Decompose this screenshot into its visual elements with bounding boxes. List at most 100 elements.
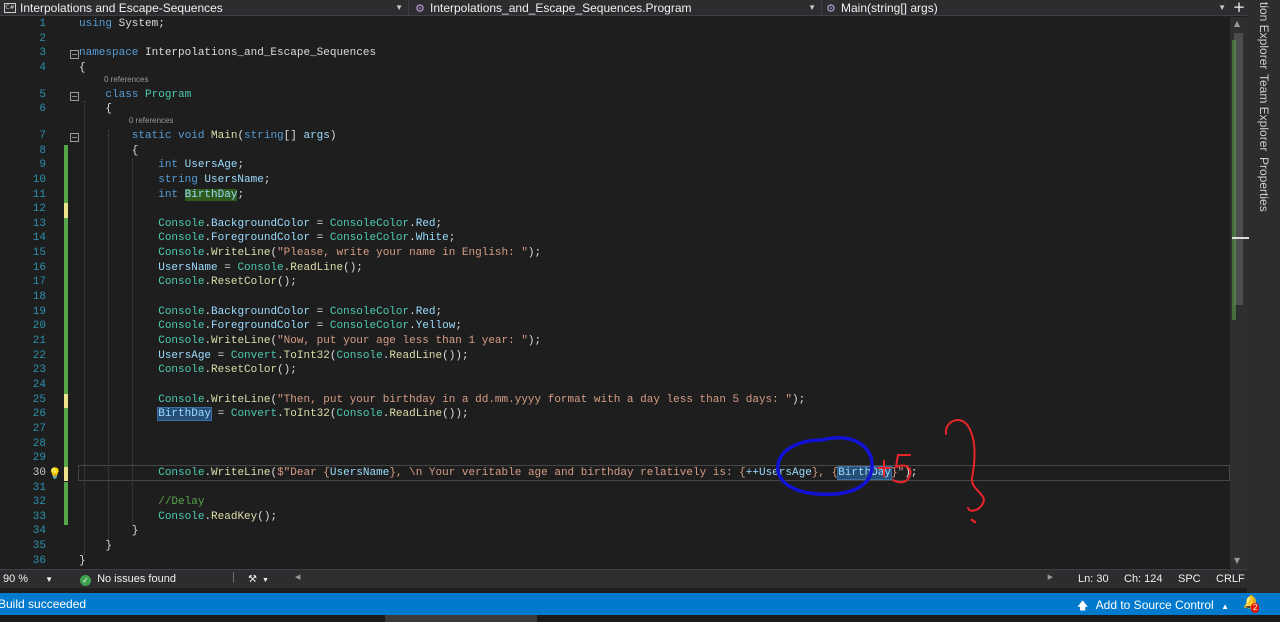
code-line[interactable]: } <box>79 555 86 567</box>
code-line[interactable]: Console.WriteLine("Now, put your age les… <box>79 335 541 347</box>
properties-tab[interactable]: Properties <box>1257 157 1271 212</box>
solution-explorer-tab[interactable]: tion Explorer <box>1257 2 1271 69</box>
code-token: BackgroundColor <box>211 217 311 230</box>
code-token: = <box>310 232 330 245</box>
change-marker-map <box>1232 40 1236 320</box>
line-number: 29 <box>32 452 46 465</box>
codelens-references[interactable]: 0 references <box>104 75 148 84</box>
notifications-button[interactable]: 🔔 2 <box>1243 595 1260 613</box>
code-token: ForegroundColor <box>211 232 311 245</box>
code-token: BackgroundColor <box>211 305 311 318</box>
code-line[interactable]: class Program <box>79 89 191 101</box>
code-line[interactable]: static void Main(string[] args) <box>79 129 337 142</box>
code-editor[interactable]: 1 2 3 4 5 6 7 8 9 10 11 12 13 14 15 16 17 18 19 20 21 22 23 24 2… <box>0 17 1247 569</box>
code-token: ResetColor <box>211 364 278 377</box>
line-number: 25 <box>32 393 46 406</box>
whitespace-indicator[interactable]: SPC <box>1178 573 1201 585</box>
codelens-references[interactable]: 0 references <box>129 116 173 125</box>
team-explorer-tab[interactable]: Team Explorer <box>1257 74 1271 151</box>
code-line[interactable]: int BirthDay; <box>79 188 244 201</box>
issues-indicator[interactable]: ✓ No issues found <box>80 573 176 586</box>
code-line[interactable]: { <box>79 62 86 74</box>
code-token: ; <box>263 173 271 186</box>
project-dropdown[interactable]: C# Interpolations and Escape-Sequences ▼ <box>0 0 407 16</box>
code-line[interactable]: Console.WriteLine("Please, write your na… <box>79 247 541 259</box>
chevron-down-icon: ▼ <box>1218 3 1226 12</box>
code-token: ; <box>448 232 456 245</box>
code-token: ) <box>329 129 337 142</box>
code-token: . <box>277 408 284 421</box>
horizontal-scrollbar[interactable]: ◀ ▶ <box>295 571 1055 586</box>
line-number: 5 <box>39 88 46 101</box>
code-token: ( <box>329 349 337 362</box>
code-line[interactable]: int UsersAge; <box>79 159 244 171</box>
code-token: "Now, put your age less than 1 year: " <box>277 335 528 347</box>
line-number: 23 <box>32 364 46 377</box>
code-line[interactable]: Console.BackgroundColor = ConsoleColor.R… <box>79 218 442 230</box>
line-indicator[interactable]: Ln: 30 <box>1078 573 1109 585</box>
scroll-up-icon[interactable]: ▲ <box>1234 19 1240 28</box>
code-line[interactable]: using System; <box>79 18 165 30</box>
code-token: ); <box>527 247 542 260</box>
cleanup-icon[interactable]: ⚒ ▼ <box>248 573 269 585</box>
code-token: ()); <box>442 408 469 421</box>
code-token: using <box>79 18 119 30</box>
code-line[interactable]: Console.ResetColor(); <box>79 276 297 288</box>
code-token: string <box>79 173 205 186</box>
line-number: 24 <box>32 378 46 391</box>
code-token: [] <box>283 129 304 142</box>
code-line[interactable]: //Delay <box>79 496 204 508</box>
code-line[interactable]: Console.ResetColor(); <box>79 364 297 376</box>
bottom-edge <box>0 615 1280 622</box>
code-token: Convert <box>230 408 278 421</box>
code-token: BirthDay <box>157 407 213 422</box>
code-token: ( <box>329 408 337 421</box>
method-icon: ⚙ <box>826 1 836 15</box>
code-line[interactable]: UsersAge = Convert.ToInt32(Console.ReadL… <box>79 349 468 362</box>
plus-icon[interactable]: + <box>1231 0 1247 16</box>
code-line[interactable]: BirthDay = Convert.ToInt32(Console.ReadL… <box>79 407 469 422</box>
code-token: { <box>79 61 86 74</box>
zoom-dropdown[interactable]: 90 % ▼ <box>3 573 53 585</box>
line-number: 22 <box>32 349 46 362</box>
code-token: ToInt32 <box>283 408 330 421</box>
lightbulb-icon[interactable]: 💡 <box>48 467 62 480</box>
line-number: 34 <box>32 525 46 538</box>
code-line[interactable]: Console.ForegroundColor = ConsoleColor.Y… <box>79 320 462 332</box>
line-ending-indicator[interactable]: CRLF <box>1216 573 1245 585</box>
scroll-left-icon[interactable]: ◀ <box>295 573 300 581</box>
code-token: namespace <box>79 47 146 60</box>
saved-change-marker <box>64 408 68 467</box>
collapse-icon[interactable]: − <box>70 91 79 101</box>
code-line[interactable]: Console.ForegroundColor = ConsoleColor.W… <box>79 232 455 244</box>
type-dropdown[interactable]: ⚙ Interpolations_and_Escape_Sequences.Pr… <box>411 0 820 16</box>
add-to-source-control-button[interactable]: 🡅 Add to Source Control ▲ <box>1077 597 1229 616</box>
line-number: 4 <box>39 61 46 74</box>
collapse-icon[interactable]: − <box>70 50 79 60</box>
line-number: 1 <box>39 18 46 30</box>
code-token: Program <box>145 88 192 101</box>
type-dropdown-label: Interpolations_and_Escape_Sequences.Prog… <box>430 1 692 15</box>
scroll-right-icon[interactable]: ▶ <box>1048 573 1053 581</box>
line-number: 14 <box>32 232 46 245</box>
code-line[interactable]: UsersName = Console.ReadLine(); <box>79 262 363 274</box>
code-token: = <box>217 261 238 274</box>
member-dropdown[interactable]: ⚙ Main(string[] args) ▼ <box>822 0 1230 16</box>
collapse-icon[interactable]: − <box>70 132 79 142</box>
code-token: Console <box>158 305 205 318</box>
unsaved-change-marker <box>64 203 68 218</box>
code-token: = <box>310 217 330 230</box>
divider <box>408 0 409 16</box>
code-line[interactable]: Console.WriteLine("Then, put your birthd… <box>79 394 805 406</box>
line-number: 27 <box>32 422 46 435</box>
scroll-down-icon[interactable]: ▼ <box>1234 556 1240 565</box>
code-token: BirthDay <box>184 188 238 201</box>
code-token: Convert <box>230 349 278 362</box>
code-line[interactable]: namespace Interpolations_and_Escape_Sequ… <box>79 47 376 59</box>
column-indicator[interactable]: Ch: 124 <box>1124 573 1163 585</box>
code-line[interactable]: Console.BackgroundColor = ConsoleColor.R… <box>79 306 442 318</box>
